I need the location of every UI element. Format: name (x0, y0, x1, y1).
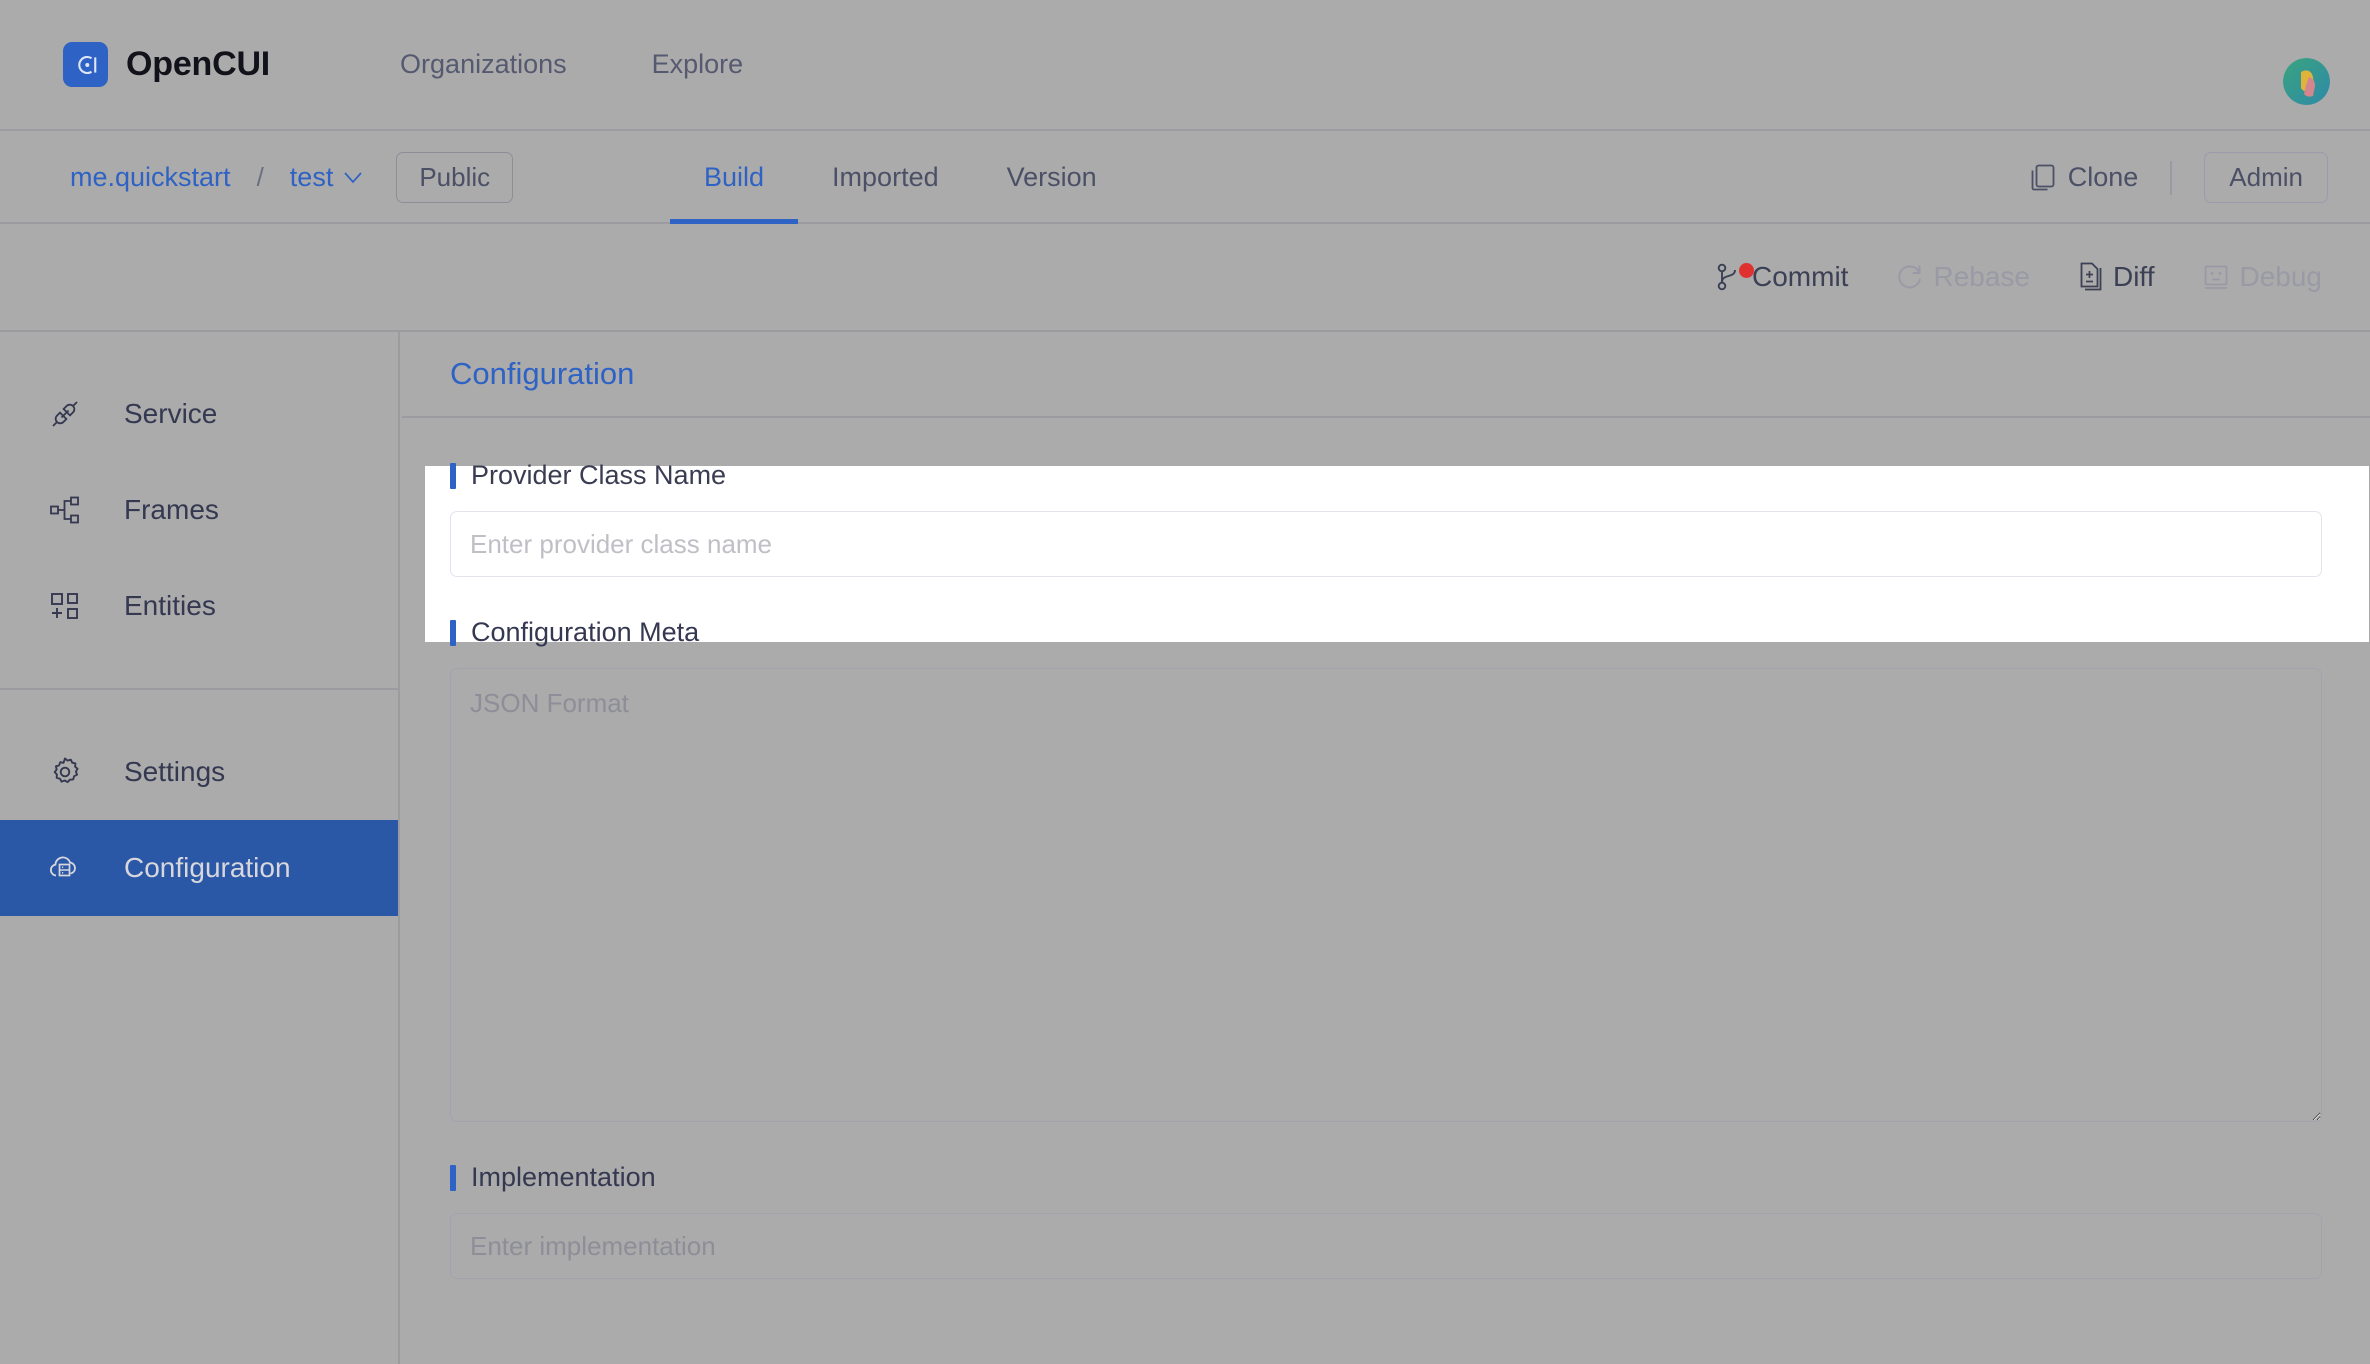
debug-button[interactable]: Debug (2202, 261, 2322, 293)
divider (2170, 160, 2173, 195)
tab-version[interactable]: Version (973, 131, 1131, 224)
sidebar-mid-spacer-2 (0, 690, 398, 724)
form-gap-2 (450, 1122, 2322, 1162)
content-header: Configuration (402, 332, 2370, 418)
diff-label: Diff (2112, 261, 2155, 292)
tab-build[interactable]: Build (670, 131, 799, 224)
nav-explore[interactable]: Explore (652, 49, 744, 80)
debug-label: Debug (2239, 261, 2322, 292)
user-avatar[interactable] (2283, 58, 2330, 105)
sidebar-item-label: Entities (124, 590, 216, 621)
sidebar-item-label: Frames (124, 494, 219, 525)
grid-plus-icon (46, 587, 84, 625)
cloud-server-icon (46, 849, 84, 887)
page-title: Configuration (450, 356, 635, 391)
clone-icon (2030, 164, 2056, 192)
breadcrumb-separator: / (256, 162, 264, 192)
nav-organizations[interactable]: Organizations (400, 49, 567, 80)
configuration-meta-textarea[interactable] (450, 668, 2322, 1122)
action-toolbar: Commit Rebase Diff Debug (0, 224, 2370, 332)
provider-class-name-field: Provider Class Name (450, 460, 2322, 577)
main-content: Configuration Provider Class Name Config… (402, 332, 2370, 1364)
commit-badge-dot (1739, 263, 1755, 278)
top-navigation: Organizations Explore (400, 49, 743, 80)
admin-button[interactable]: Admin (2204, 152, 2328, 203)
implementation-input[interactable] (450, 1213, 2322, 1279)
label-accent-bar (450, 462, 456, 489)
provider-class-name-label-row: Provider Class Name (450, 460, 2322, 491)
rebase-label: Rebase (1933, 261, 2030, 292)
sidebar-item-label: Service (124, 398, 218, 429)
sidebar-item-frames[interactable]: Frames (0, 462, 398, 558)
sidebar-item-label: Settings (124, 756, 226, 787)
app-root: OpenCUI Organizations Explore me.quickst… (0, 0, 2370, 1364)
label-accent-bar (450, 1164, 456, 1191)
rebase-button[interactable]: Rebase (1896, 261, 2030, 293)
implementation-label: Implementation (471, 1162, 656, 1192)
top-header: OpenCUI Organizations Explore (0, 0, 2370, 131)
commit-label: Commit (1752, 261, 1849, 292)
provider-class-name-label: Provider Class Name (471, 460, 727, 490)
sidebar: Service Frames Entities Settings Configu… (0, 332, 400, 1364)
visibility-badge[interactable]: Public (396, 152, 514, 203)
opencui-logo-icon (63, 42, 108, 87)
breadcrumb: me.quickstart / test Public (70, 131, 514, 224)
plug-connection-icon (46, 395, 84, 433)
provider-class-name-input[interactable] (450, 511, 2322, 577)
chevron-down-icon[interactable] (344, 171, 362, 184)
implementation-field: Implementation (450, 1162, 2322, 1279)
sitemap-icon (46, 491, 84, 529)
configuration-meta-label-row: Configuration Meta (450, 617, 2322, 648)
sidebar-item-label: Configuration (124, 852, 291, 883)
brand-name: OpenCUI (126, 45, 271, 83)
repo-tabs: Build Imported Version (670, 131, 1131, 224)
breadcrumb-org[interactable]: me.quickstart (70, 162, 231, 193)
configuration-meta-field: Configuration Meta (450, 617, 2322, 1122)
form-gap-1 (450, 577, 2322, 617)
refresh-icon (1896, 263, 1924, 291)
brand[interactable]: OpenCUI (63, 42, 270, 87)
repo-bar-actions: Clone Admin (2030, 131, 2328, 224)
sidebar-top-spacer (0, 332, 398, 366)
sidebar-item-configuration[interactable]: Configuration (0, 820, 398, 916)
repo-bar: me.quickstart / test Public Build Import… (0, 131, 2370, 224)
sidebar-item-settings[interactable]: Settings (0, 724, 398, 820)
diff-button[interactable]: Diff (2078, 261, 2155, 293)
file-diff-icon (2078, 262, 2104, 292)
sidebar-item-entities[interactable]: Entities (0, 558, 398, 654)
configuration-meta-label: Configuration Meta (471, 617, 700, 647)
breadcrumb-repo[interactable]: test (290, 162, 334, 193)
implementation-label-row: Implementation (450, 1162, 2322, 1193)
sidebar-item-service[interactable]: Service (0, 366, 398, 462)
gear-icon (46, 753, 84, 791)
clone-label: Clone (2067, 162, 2139, 192)
clone-button[interactable]: Clone (2030, 162, 2139, 193)
form-top-spacer (450, 418, 2322, 460)
debug-face-icon (2202, 263, 2230, 291)
label-accent-bar (450, 619, 456, 646)
commit-button[interactable]: Commit (1717, 261, 1848, 293)
tab-imported[interactable]: Imported (798, 131, 973, 224)
sidebar-mid-spacer (0, 654, 398, 688)
configuration-form: Provider Class Name Configuration Meta I… (402, 418, 2370, 1279)
